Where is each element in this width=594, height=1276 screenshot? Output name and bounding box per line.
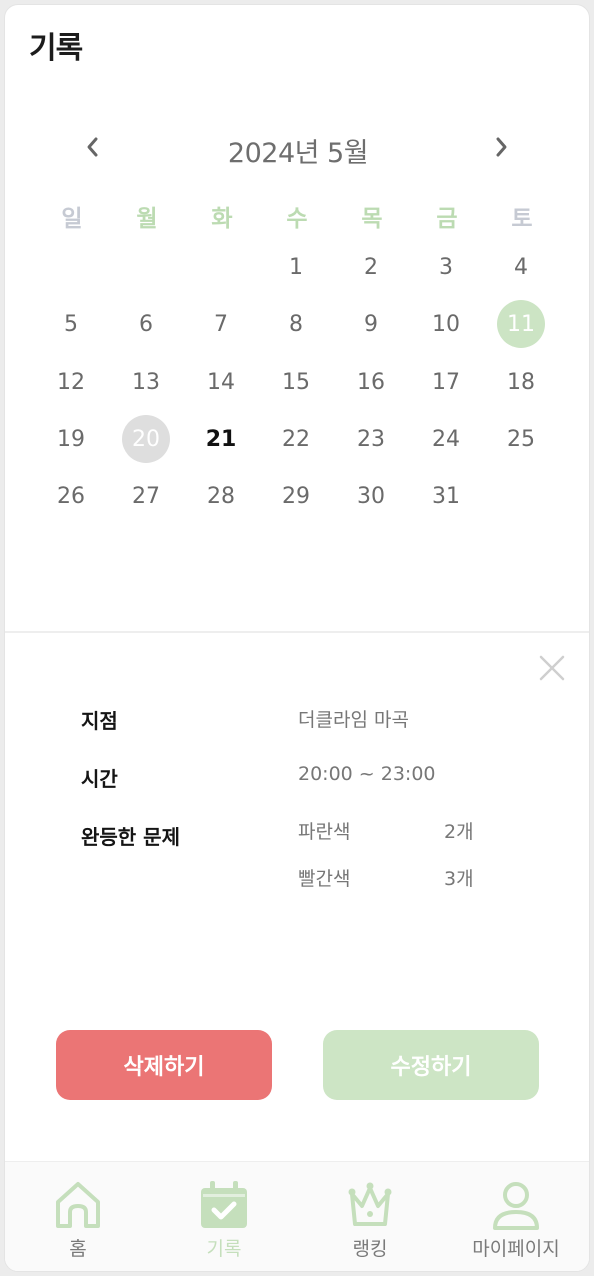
user-icon <box>493 1182 539 1230</box>
bottom-navigation: 홈 기록 랭킹 마이페이지 <box>5 1161 589 1271</box>
calendar-day[interactable]: 29 <box>272 472 320 520</box>
weekday-tue: 화 <box>211 206 233 232</box>
calendar-day[interactable]: 4 <box>497 243 545 291</box>
calendar-day[interactable]: 31 <box>422 472 470 520</box>
calendar-day[interactable]: 13 <box>122 358 170 406</box>
problems-label: 완등한 문제 <box>81 825 180 849</box>
close-button[interactable] <box>537 653 567 683</box>
calendar-check-icon <box>201 1181 247 1228</box>
calendar-day[interactable]: 1 <box>272 243 320 291</box>
calendar-day[interactable]: 10 <box>422 300 470 348</box>
calendar-day[interactable]: 2 <box>347 243 395 291</box>
weekday-mon: 월 <box>136 206 158 232</box>
page-title: 기록 <box>29 31 83 66</box>
calendar-day[interactable]: 14 <box>197 358 245 406</box>
edit-button[interactable]: 수정하기 <box>323 1030 539 1100</box>
calendar-day[interactable]: 9 <box>347 300 395 348</box>
nav-home[interactable]: 홈 <box>5 1162 151 1271</box>
problem-color: 파란색 <box>298 821 351 843</box>
calendar-day[interactable]: 11 <box>497 300 545 348</box>
calendar-day[interactable]: 28 <box>197 472 245 520</box>
nav-record-label: 기록 <box>206 1238 242 1260</box>
nav-home-label: 홈 <box>69 1238 87 1260</box>
weekday-fri: 금 <box>436 206 458 232</box>
location-label: 지점 <box>81 709 118 733</box>
calendar-day[interactable]: 8 <box>272 300 320 348</box>
next-month-button[interactable] <box>483 129 519 165</box>
nav-ranking-label: 랭킹 <box>352 1238 388 1260</box>
home-icon <box>56 1182 100 1228</box>
weekday-sat: 토 <box>511 206 533 232</box>
calendar-day[interactable]: 15 <box>272 358 320 406</box>
calendar-day[interactable]: 20 <box>122 415 170 463</box>
calendar-day[interactable]: 19 <box>47 415 95 463</box>
weekday-header: 일 월 화 수 목 금 토 <box>5 199 589 233</box>
nav-mypage-label: 마이페이지 <box>472 1238 560 1260</box>
nav-ranking[interactable]: 랭킹 <box>297 1162 443 1271</box>
nav-mypage[interactable]: 마이페이지 <box>443 1162 589 1271</box>
calendar-day[interactable]: 22 <box>272 415 320 463</box>
calendar-day[interactable]: 25 <box>497 415 545 463</box>
problem-count: 2개 <box>444 821 474 843</box>
calendar-day[interactable]: 21 <box>197 415 245 463</box>
calendar-day[interactable]: 26 <box>47 472 95 520</box>
weekday-sun: 일 <box>61 206 83 232</box>
month-navigation: 2024년 5월 <box>5 125 589 169</box>
calendar-day[interactable]: 6 <box>122 300 170 348</box>
calendar-day[interactable]: 23 <box>347 415 395 463</box>
calendar-day[interactable]: 24 <box>422 415 470 463</box>
calendar-day[interactable]: 16 <box>347 358 395 406</box>
time-label: 시간 <box>81 767 118 791</box>
calendar-day[interactable]: 7 <box>197 300 245 348</box>
calendar-day[interactable]: 5 <box>47 300 95 348</box>
divider <box>5 631 589 633</box>
calendar-day[interactable]: 17 <box>422 358 470 406</box>
close-icon <box>539 655 565 681</box>
crown-icon <box>348 1182 392 1226</box>
calendar-day[interactable]: 30 <box>347 472 395 520</box>
calendar-day[interactable]: 3 <box>422 243 470 291</box>
calendar-day[interactable]: 27 <box>122 472 170 520</box>
problem-count: 3개 <box>444 868 474 890</box>
calendar-day[interactable]: 18 <box>497 358 545 406</box>
problem-color: 빨간색 <box>298 868 351 890</box>
time-value: 20:00 ~ 23:00 <box>298 763 436 785</box>
delete-button[interactable]: 삭제하기 <box>56 1030 272 1100</box>
nav-record[interactable]: 기록 <box>151 1162 297 1271</box>
location-value: 더클라임 마곡 <box>298 709 409 731</box>
weekday-thu: 목 <box>361 206 383 232</box>
weekday-wed: 수 <box>286 206 308 232</box>
chevron-right-icon <box>496 137 507 157</box>
app-window: 기록 2024년 5월 일 월 화 수 목 금 토 1 2 3 4 5 6 7 8 9 10 11 1… <box>4 4 590 1272</box>
calendar-day[interactable]: 12 <box>47 358 95 406</box>
